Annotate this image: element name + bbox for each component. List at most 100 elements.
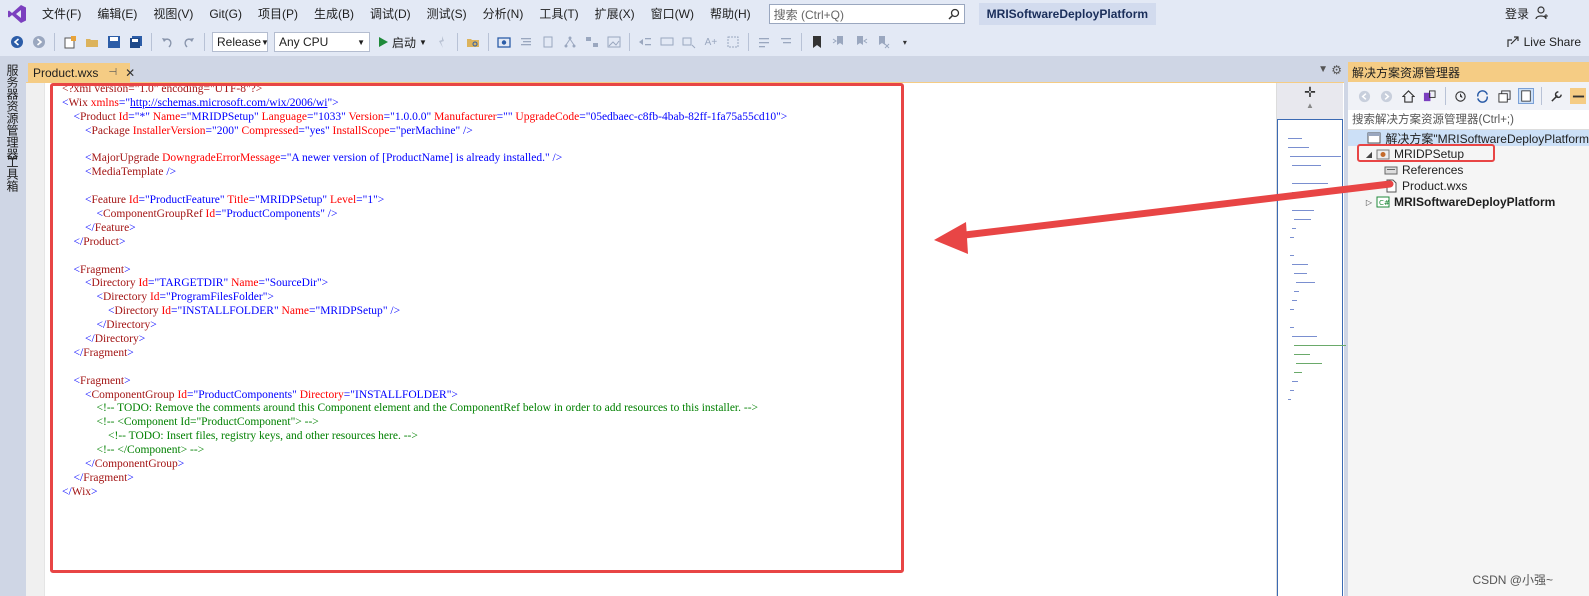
pending-changes-icon[interactable] <box>1453 88 1469 104</box>
code-line[interactable]: <Directory Id="INSTALLFOLDER" Name="MRID… <box>62 305 787 319</box>
code-line[interactable]: <MajorUpgrade DowngradeErrorMessage="A n… <box>62 152 787 166</box>
collapse-all-icon[interactable] <box>1496 88 1512 104</box>
tree-item-file[interactable]: Product.wxs <box>1372 178 1467 194</box>
save-icon[interactable] <box>106 34 122 50</box>
home-icon[interactable] <box>1400 88 1416 104</box>
browse-folder-icon[interactable] <box>465 34 481 50</box>
back-icon[interactable] <box>9 34 25 50</box>
code-line[interactable]: <Wix xmlns="http://schemas.microsoft.com… <box>62 97 787 111</box>
code-line[interactable]: <Product Id="*" Name="MRIDPSetup" Langua… <box>62 111 788 125</box>
menu-git[interactable]: Git(G) <box>201 0 250 28</box>
code-line[interactable]: <Feature Id="ProductFeature" Title="MRID… <box>62 194 787 208</box>
login-link[interactable]: 登录 <box>1505 0 1529 28</box>
tree-item-wix-project[interactable]: ◢ MRIDPSetup <box>1364 146 1464 162</box>
code-line[interactable]: </Fragment> <box>62 347 787 361</box>
menu-edit[interactable]: 编辑(E) <box>89 0 145 28</box>
uncomment-icon[interactable] <box>681 34 697 50</box>
menu-tools[interactable]: 工具(T) <box>531 0 586 28</box>
scroll-up-icon[interactable]: ▲ <box>1306 101 1314 110</box>
sync-icon[interactable] <box>1475 88 1491 104</box>
code-line[interactable]: <?xml version="1.0" encoding="UTF-8"?> <box>62 83 787 97</box>
editor-minimap[interactable]: ✛ ▲ <box>1276 83 1346 596</box>
code-content[interactable]: <?xml version="1.0" encoding="UTF-8"?> <W… <box>62 83 787 500</box>
code-line[interactable] <box>62 250 787 264</box>
platform-select[interactable]: Any CPU ▼ <box>274 32 370 52</box>
code-line[interactable]: <!-- TODO: Remove the comments around th… <box>62 402 787 416</box>
menu-view[interactable]: 视图(V) <box>145 0 201 28</box>
server-explorer-tab[interactable]: 服务器资源管理器 <box>4 64 21 160</box>
forward-icon[interactable] <box>31 34 47 50</box>
code-line[interactable]: </Directory> <box>62 333 787 347</box>
code-line[interactable]: <ComponentGroupRef Id="ProductComponents… <box>62 208 787 222</box>
menu-file[interactable]: 文件(F) <box>34 0 89 28</box>
code-line[interactable]: <!-- <Component Id="ProductComponent"> -… <box>62 416 787 430</box>
screenshot-icon[interactable] <box>496 34 512 50</box>
properties-wrench-icon[interactable] <box>1549 88 1565 104</box>
code-line[interactable]: </Product> <box>62 236 787 250</box>
menu-window[interactable]: 窗口(W) <box>643 0 702 28</box>
menu-test[interactable]: 测试(S) <box>419 0 475 28</box>
tree-icon[interactable] <box>562 34 578 50</box>
preview-icon[interactable] <box>1570 88 1587 104</box>
menu-analyze[interactable]: 分析(N) <box>475 0 532 28</box>
clear-bookmarks-icon[interactable] <box>875 34 891 50</box>
split-editor-icon[interactable]: ✛ <box>1304 83 1316 101</box>
code-line[interactable]: <Directory Id="TARGETDIR" Name="SourceDi… <box>62 277 787 291</box>
code-line[interactable]: <Directory Id="ProgramFilesFolder"> <box>62 291 787 305</box>
comment-icon[interactable] <box>659 34 675 50</box>
code-line[interactable]: <!-- </Component> --> <box>62 444 787 458</box>
menu-debug[interactable]: 调试(D) <box>362 0 419 28</box>
tab-product-wxs[interactable]: Product.wxs ⊣ ✕ <box>28 63 135 82</box>
pin-icon[interactable]: ⊣ <box>108 67 117 78</box>
bookmark-icon[interactable] <box>809 34 825 50</box>
code-line[interactable]: </Fragment> <box>62 472 787 486</box>
next-bookmark-icon[interactable] <box>853 34 869 50</box>
forward-icon[interactable] <box>1379 88 1395 104</box>
format-selection-icon[interactable] <box>725 34 741 50</box>
account-icon[interactable] <box>1535 6 1549 20</box>
code-line[interactable]: <!-- TODO: Insert files, registry keys, … <box>62 430 787 444</box>
visual-studio-logo-icon[interactable] <box>0 0 34 28</box>
solution-search-input[interactable]: 搜索解决方案资源管理器(Ctrl+;) <box>1348 110 1589 130</box>
code-line[interactable]: <Package InstallerVersion="200" Compress… <box>62 125 787 139</box>
code-line[interactable]: </Feature> <box>62 222 787 236</box>
toolbox-tab[interactable]: 工具箱 <box>4 156 21 192</box>
start-debug-button[interactable]: 启动 ▼ <box>377 34 427 51</box>
hot-reload-icon[interactable] <box>434 34 450 50</box>
code-line[interactable] <box>62 139 787 153</box>
tree-item-csharp-project[interactable]: ▷ C# MRISoftwareDeployPlatform <box>1364 194 1555 210</box>
code-line[interactable]: <Fragment> <box>62 264 787 278</box>
expand-toggle-icon[interactable]: ▷ <box>1364 198 1374 207</box>
previous-bookmark-icon[interactable] <box>831 34 847 50</box>
tree-item-references[interactable]: References <box>1372 162 1463 178</box>
switch-views-icon[interactable] <box>1422 88 1438 104</box>
uncomment-lines-icon[interactable] <box>778 34 794 50</box>
code-line[interactable]: <Fragment> <box>62 375 787 389</box>
new-project-icon[interactable] <box>62 34 78 50</box>
code-line[interactable]: <MediaTemplate /> <box>62 166 787 180</box>
undo-icon[interactable] <box>159 34 175 50</box>
code-line[interactable] <box>62 180 787 194</box>
live-share-button[interactable]: Live Share <box>1506 28 1581 56</box>
expand-toggle-icon[interactable]: ◢ <box>1364 150 1374 159</box>
format-icon[interactable] <box>518 34 534 50</box>
menu-extensions[interactable]: 扩展(X) <box>587 0 643 28</box>
code-line[interactable]: <ComponentGroup Id="ProductComponents" D… <box>62 389 787 403</box>
indent-left-icon[interactable] <box>637 34 653 50</box>
back-icon[interactable] <box>1357 88 1373 104</box>
show-all-files-icon[interactable] <box>1517 88 1534 104</box>
open-folder-icon[interactable] <box>84 34 100 50</box>
code-line[interactable]: </Wix> <box>62 486 787 500</box>
code-editor[interactable]: <?xml version="1.0" encoding="UTF-8"?> <W… <box>26 82 1346 596</box>
close-icon[interactable]: ✕ <box>125 66 135 80</box>
gear-icon[interactable]: ⚙ <box>1331 63 1342 77</box>
menu-project[interactable]: 项目(P) <box>250 0 306 28</box>
redo-icon[interactable] <box>181 34 197 50</box>
code-line[interactable]: </ComponentGroup> <box>62 458 787 472</box>
image-icon[interactable] <box>606 34 622 50</box>
configuration-select[interactable]: Release ▼ <box>212 32 269 52</box>
menu-build[interactable]: 生成(B) <box>306 0 362 28</box>
diagram-icon[interactable] <box>584 34 600 50</box>
font-size-icon[interactable]: A+ <box>703 34 719 50</box>
menu-help[interactable]: 帮助(H) <box>702 0 759 28</box>
